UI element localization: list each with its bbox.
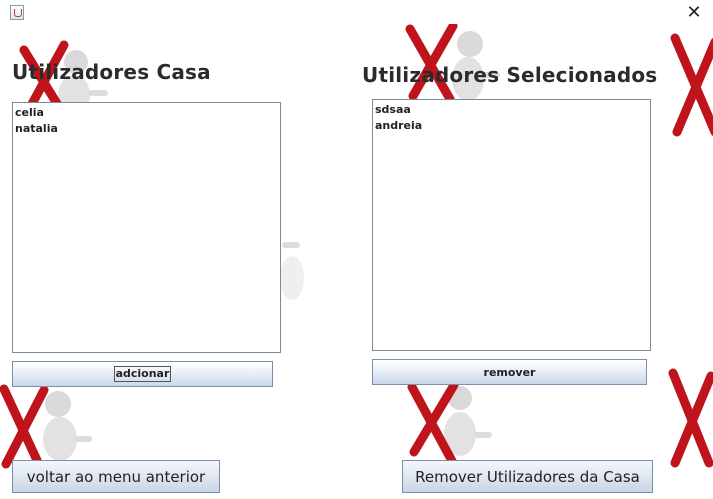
back-to-menu-button[interactable]: voltar ao menu anterior [12,460,220,493]
red-x-figure-icon [668,368,713,468]
back-to-menu-label: voltar ao menu anterior [26,467,206,486]
add-button-label: adcionar [113,366,172,382]
remove-house-users-label: Remover Utilizadores da Casa [415,467,640,486]
left-panel-title: Utilizadores Casa [12,60,211,84]
house-users-list[interactable]: celia natalia [12,102,281,353]
list-item[interactable]: andreia [374,118,649,134]
remove-house-users-button[interactable]: Remover Utilizadores da Casa [402,460,653,493]
list-item[interactable]: sdsaa [374,102,649,118]
remove-button[interactable]: remover [372,359,647,385]
red-x-figure-icon [670,33,713,137]
java-app-icon [10,5,24,20]
app-window: ✕ Utilizadores Casa celia natalia adcion… [0,0,713,499]
close-icon[interactable]: ✕ [683,2,705,24]
list-item[interactable]: celia [14,105,279,121]
add-button[interactable]: adcionar [12,361,273,387]
right-panel-title: Utilizadores Selecionados [362,63,658,87]
list-item[interactable]: natalia [14,121,279,137]
remove-button-label: remover [483,365,536,379]
selected-users-list[interactable]: sdsaa andreia [372,99,651,351]
